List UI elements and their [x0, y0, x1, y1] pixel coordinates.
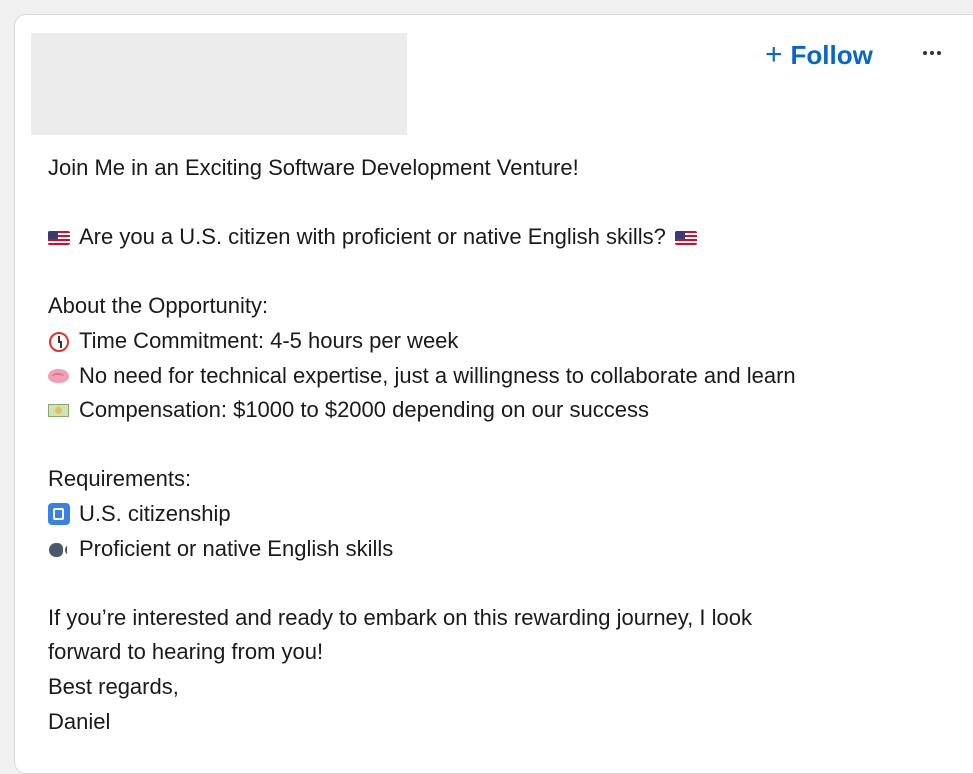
redacted-author-block	[31, 33, 407, 135]
dot	[930, 51, 934, 55]
list-item-text: No need for technical expertise, just a …	[79, 362, 796, 388]
passport-control-icon	[48, 503, 70, 526]
list-item: No need for technical expertise, just a …	[48, 359, 948, 394]
list-item-text: Compensation: $1000 to $2000 depending o…	[79, 397, 649, 423]
list-item: Proficient or native English skills	[48, 532, 948, 567]
us-flag-icon	[674, 231, 697, 246]
speaking-head-icon	[48, 538, 70, 560]
post-question: Are you a U.S. citizen with proficient o…	[48, 220, 948, 255]
more-options-button[interactable]	[917, 41, 947, 65]
post-title: Join Me in an Exciting Software Developm…	[48, 155, 579, 180]
list-item: U.S. citizenship	[48, 497, 948, 532]
list-item-text: Proficient or native English skills	[79, 535, 394, 561]
closing-line: forward to hearing from you!	[48, 639, 324, 665]
signature: Daniel	[48, 708, 111, 734]
alarm-clock-icon	[48, 330, 70, 353]
question-text: Are you a U.S. citizen with proficient o…	[79, 224, 666, 250]
about-heading: About the Opportunity:	[48, 293, 269, 319]
money-icon	[48, 399, 70, 421]
dot	[923, 51, 927, 55]
list-item: Time Commitment: 4-5 hours per week	[48, 324, 948, 359]
brain-icon	[48, 365, 70, 387]
follow-label: Follow	[790, 39, 873, 70]
list-item: Compensation: $1000 to $2000 depending o…	[48, 393, 948, 428]
closing-line: If you’re interested and ready to embark…	[48, 604, 752, 630]
requirements-heading: Requirements:	[48, 466, 192, 492]
dot	[937, 51, 941, 55]
us-flag-icon	[48, 231, 70, 246]
list-item-text: Time Commitment: 4-5 hours per week	[79, 327, 459, 353]
post-body: Join Me in an Exciting Software Developm…	[48, 151, 948, 739]
follow-button[interactable]: + Follow	[765, 37, 873, 73]
sign-off: Best regards,	[48, 673, 179, 699]
post-card: + Follow Join Me in an Exciting Software…	[14, 14, 973, 774]
plus-icon: +	[765, 38, 783, 71]
list-item-text: U.S. citizenship	[79, 500, 231, 526]
